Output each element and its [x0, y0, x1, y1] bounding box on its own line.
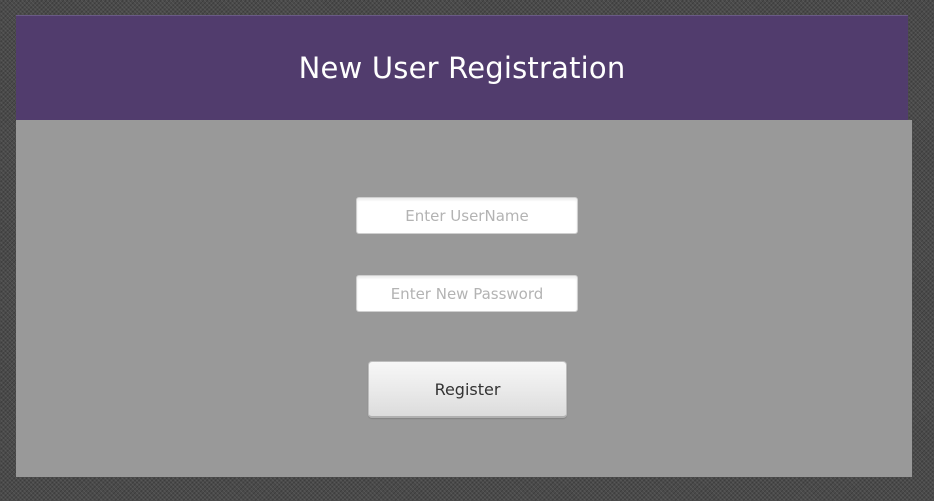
page-title: New User Registration	[298, 51, 626, 85]
password-input[interactable]	[356, 275, 578, 312]
register-button[interactable]: Register	[368, 361, 567, 418]
username-input[interactable]	[356, 197, 578, 234]
registration-header: New User Registration	[16, 15, 908, 120]
